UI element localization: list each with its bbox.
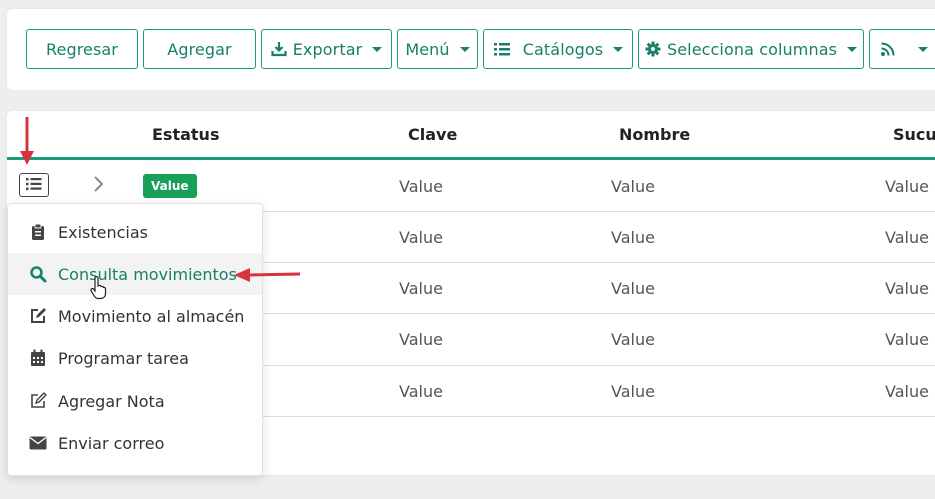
menu-item-label: Movimiento al almacén [58, 306, 245, 326]
column-header-clave[interactable]: Clave [408, 125, 457, 144]
menu-button[interactable]: Menú [397, 29, 478, 69]
menu-button-label: Menú [405, 39, 450, 59]
export-button-label: Exportar [292, 39, 363, 59]
annotation-arrow-down-icon [18, 115, 36, 171]
menu-item-programar-tarea[interactable]: Programar tarea [8, 337, 262, 379]
clipboard-icon [28, 222, 48, 242]
caret-down-icon [847, 46, 858, 52]
table-cell-clave: Value [399, 279, 443, 298]
table-cell-nombre: Value [611, 382, 655, 401]
table-cell-sucursal: Value [885, 228, 929, 247]
table-cell-sucursal: Value [885, 330, 929, 349]
menu-item-label: Existencias [58, 222, 148, 242]
note-icon [28, 391, 48, 411]
rss-icon [880, 41, 896, 57]
catalogs-button[interactable]: Catálogos [483, 29, 633, 69]
menu-item-label: Enviar correo [58, 433, 165, 453]
caret-down-icon [459, 46, 470, 52]
table-cell-sucursal: Value [885, 382, 929, 401]
add-button[interactable]: Agregar [143, 29, 256, 69]
catalogs-button-label: Catálogos [522, 39, 604, 59]
table-cell-nombre: Value [611, 177, 655, 196]
envelope-icon [28, 433, 48, 453]
menu-item-consulta-movimientos[interactable]: Consulta movimientos [8, 253, 262, 295]
header-divider [7, 157, 935, 160]
table-cell-clave: Value [399, 228, 443, 247]
add-button-label: Agregar [167, 39, 232, 59]
table-cell-nombre: Value [611, 330, 655, 349]
column-header-sucursal[interactable]: Sucur [893, 125, 935, 144]
table-cell-sucursal: Value [885, 177, 929, 196]
table-cell-nombre: Value [611, 228, 655, 247]
status-badge: Value [143, 174, 197, 198]
hand-cursor-icon [89, 275, 109, 304]
rss-button[interactable] [869, 29, 935, 69]
caret-down-icon [372, 46, 383, 52]
column-header-estatus[interactable]: Estatus [152, 125, 219, 144]
table-cell-sucursal: Value [885, 279, 929, 298]
select-columns-button-label: Selecciona columnas [666, 39, 838, 59]
table-cell-clave: Value [399, 177, 443, 196]
expand-row-chevron-icon[interactable] [91, 175, 105, 197]
download-icon [271, 41, 287, 57]
menu-item-label: Agregar Nota [58, 391, 165, 411]
calendar-icon [28, 348, 48, 368]
list-icon [493, 41, 511, 57]
export-button[interactable]: Exportar [261, 29, 392, 69]
back-button[interactable]: Regresar [26, 29, 138, 69]
list-icon [25, 176, 43, 195]
caret-down-icon [613, 46, 624, 52]
menu-item-label: Consulta movimientos [58, 264, 237, 284]
row-actions-menu: Existencias Consulta movimientos Movimie… [7, 203, 263, 476]
menu-item-enviar-correo[interactable]: Enviar correo [8, 422, 262, 464]
gear-icon [645, 41, 661, 57]
back-button-label: Regresar [46, 39, 118, 59]
menu-item-agregar-nota[interactable]: Agregar Nota [8, 380, 262, 422]
menu-item-label: Programar tarea [58, 348, 189, 368]
table-cell-nombre: Value [611, 279, 655, 298]
table-cell-clave: Value [399, 330, 443, 349]
caret-down-icon [918, 46, 928, 52]
menu-item-existencias[interactable]: Existencias [8, 211, 262, 253]
row-actions-button[interactable] [19, 173, 49, 197]
search-icon [28, 264, 48, 284]
column-header-nombre[interactable]: Nombre [619, 125, 690, 144]
table-cell-clave: Value [399, 382, 443, 401]
edit-icon [28, 306, 48, 326]
select-columns-button[interactable]: Selecciona columnas [638, 29, 864, 69]
menu-item-movimiento-almacen[interactable]: Movimiento al almacén [8, 295, 262, 337]
annotation-arrow-left-icon [232, 265, 304, 289]
toolbar: Regresar Agregar Exportar Menú Catálogos… [7, 9, 935, 90]
